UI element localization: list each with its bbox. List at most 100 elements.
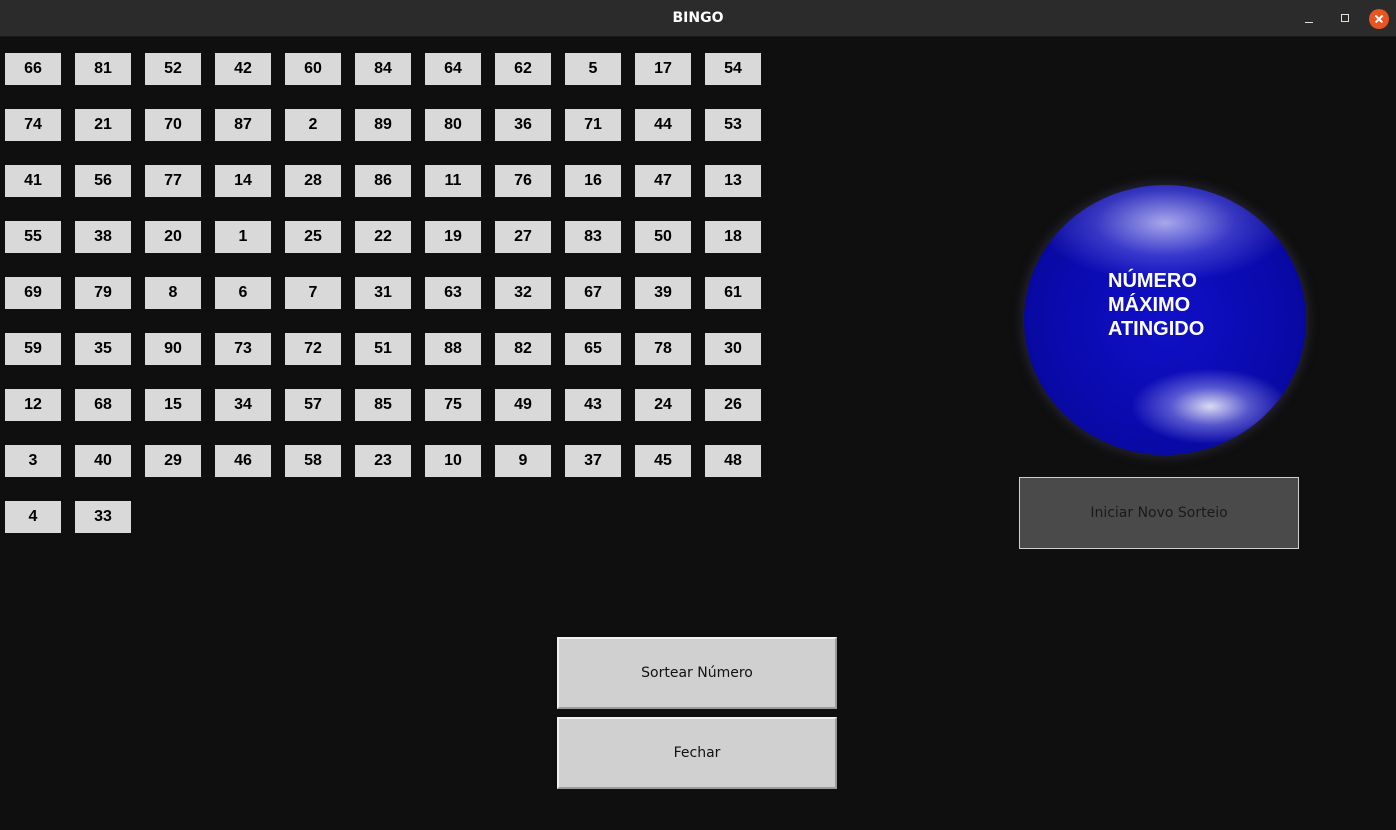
number-cell: 55 (5, 221, 61, 253)
number-cell: 51 (355, 333, 411, 365)
number-cell: 68 (75, 389, 131, 421)
number-cell: 56 (75, 165, 131, 197)
number-cell: 10 (425, 445, 481, 477)
number-cell: 32 (495, 277, 551, 309)
number-cell: 22 (355, 221, 411, 253)
window-title: BINGO (672, 10, 724, 26)
number-cell: 83 (565, 221, 621, 253)
number-cell: 23 (355, 445, 411, 477)
number-cell: 71 (565, 109, 621, 141)
number-cell: 6 (215, 277, 271, 309)
number-cell: 42 (215, 53, 271, 85)
number-cell: 35 (75, 333, 131, 365)
number-cell: 31 (355, 277, 411, 309)
number-cell: 73 (215, 333, 271, 365)
number-cell: 44 (635, 109, 691, 141)
number-cell: 77 (145, 165, 201, 197)
number-cell: 61 (705, 277, 761, 309)
number-cell: 70 (145, 109, 201, 141)
number-cell: 2 (285, 109, 341, 141)
number-cell: 81 (75, 53, 131, 85)
number-cell: 14 (215, 165, 271, 197)
number-cell: 47 (635, 165, 691, 197)
number-cell: 28 (285, 165, 341, 197)
number-cell: 86 (355, 165, 411, 197)
number-cell: 45 (635, 445, 691, 477)
number-cell: 48 (705, 445, 761, 477)
number-cell: 63 (425, 277, 481, 309)
number-cell: 20 (145, 221, 201, 253)
ball-message-line: NÚMERO (1108, 270, 1197, 292)
number-cell: 26 (705, 389, 761, 421)
minimize-icon[interactable] (1300, 9, 1320, 29)
number-cell: 1 (215, 221, 271, 253)
number-cell: 53 (705, 109, 761, 141)
number-cell: 65 (565, 333, 621, 365)
number-cell: 5 (565, 53, 621, 85)
number-cell: 79 (75, 277, 131, 309)
number-cell: 43 (565, 389, 621, 421)
number-cell: 87 (215, 109, 271, 141)
number-cell: 74 (5, 109, 61, 141)
number-cell: 34 (215, 389, 271, 421)
number-cell: 75 (425, 389, 481, 421)
number-cell: 27 (495, 221, 551, 253)
number-cell: 13 (705, 165, 761, 197)
number-cell: 39 (635, 277, 691, 309)
number-cell: 49 (495, 389, 551, 421)
number-cell: 4 (5, 501, 61, 533)
number-cell: 29 (145, 445, 201, 477)
number-cell: 9 (495, 445, 551, 477)
number-cell: 60 (285, 53, 341, 85)
number-cell: 59 (5, 333, 61, 365)
number-cell: 78 (635, 333, 691, 365)
close-icon[interactable] (1369, 9, 1389, 29)
number-cell: 24 (635, 389, 691, 421)
number-cell: 18 (705, 221, 761, 253)
window-titlebar: BINGO (0, 0, 1396, 37)
drawn-ball: NÚMERO MÁXIMO ATINGIDO (1024, 185, 1306, 455)
number-cell: 19 (425, 221, 481, 253)
ball-message-line: MÁXIMO (1108, 294, 1191, 316)
number-cell: 7 (285, 277, 341, 309)
number-cell: 90 (145, 333, 201, 365)
number-cell: 72 (285, 333, 341, 365)
number-cell: 52 (145, 53, 201, 85)
number-cell: 30 (705, 333, 761, 365)
number-cell: 57 (285, 389, 341, 421)
number-cell: 69 (5, 277, 61, 309)
number-cell: 21 (75, 109, 131, 141)
number-cell: 76 (495, 165, 551, 197)
number-cell: 8 (145, 277, 201, 309)
number-cell: 88 (425, 333, 481, 365)
ball-message-line: ATINGIDO (1108, 318, 1205, 340)
number-cell: 40 (75, 445, 131, 477)
number-cell: 38 (75, 221, 131, 253)
ball-message: NÚMERO MÁXIMO ATINGIDO (1108, 269, 1288, 341)
number-cell: 25 (285, 221, 341, 253)
number-cell: 50 (635, 221, 691, 253)
new-draw-button[interactable]: Iniciar Novo Sorteio (1019, 477, 1299, 549)
number-cell: 3 (5, 445, 61, 477)
number-cell: 41 (5, 165, 61, 197)
number-cell: 84 (355, 53, 411, 85)
number-cell: 12 (5, 389, 61, 421)
number-cell: 85 (355, 389, 411, 421)
number-cell: 82 (495, 333, 551, 365)
number-cell: 15 (145, 389, 201, 421)
number-cell: 89 (355, 109, 411, 141)
number-cell: 67 (565, 277, 621, 309)
number-cell: 33 (75, 501, 131, 533)
number-cell: 17 (635, 53, 691, 85)
number-cell: 46 (215, 445, 271, 477)
number-cell: 80 (425, 109, 481, 141)
close-button[interactable]: Fechar (557, 717, 837, 789)
number-cell: 36 (495, 109, 551, 141)
number-cell: 37 (565, 445, 621, 477)
number-cell: 54 (705, 53, 761, 85)
number-cell: 16 (565, 165, 621, 197)
maximize-icon[interactable] (1335, 9, 1355, 29)
number-cell: 62 (495, 53, 551, 85)
draw-number-button[interactable]: Sortear Número (557, 637, 837, 709)
number-cell: 64 (425, 53, 481, 85)
